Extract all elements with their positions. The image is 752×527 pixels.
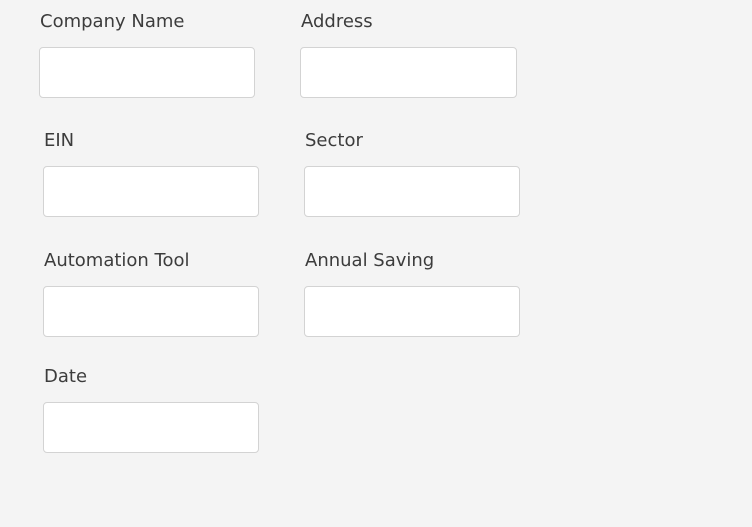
sector-label: Sector [305,130,363,151]
address-input[interactable] [300,47,517,98]
ein-input[interactable] [43,166,259,217]
address-label: Address [301,11,373,32]
annual-saving-input[interactable] [304,286,520,337]
annual-saving-label: Annual Saving [305,250,435,271]
date-label: Date [44,366,88,387]
automation-tool-input[interactable] [43,286,259,337]
date-input[interactable] [43,402,259,453]
company-name-input[interactable] [39,47,255,98]
company-name-label: Company Name [40,11,185,32]
sector-input[interactable] [304,166,520,217]
ein-label: EIN [44,130,75,151]
company-form: Company Name Address EIN Sector Automati… [0,0,752,527]
automation-tool-label: Automation Tool [44,250,190,271]
